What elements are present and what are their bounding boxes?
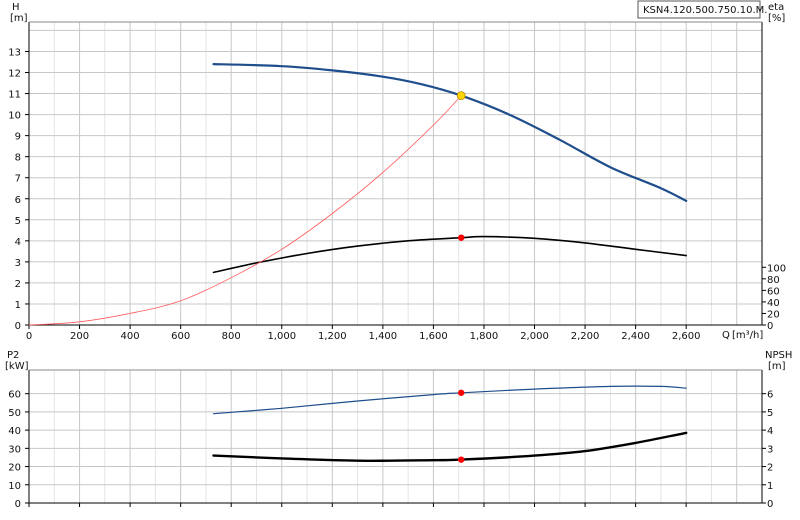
y-left-tick-label: 9 — [15, 132, 21, 143]
y-left-tick-label: 3 — [15, 258, 21, 269]
x-axis-label-q: Q — [722, 330, 730, 341]
y-left-tick-label: 10 — [8, 111, 21, 122]
y-left-tick-label: 13 — [8, 47, 21, 58]
x-tick-label: 1,400 — [369, 331, 398, 342]
x-tick-label: 2,200 — [571, 331, 600, 342]
y-right-tick-label: 20 — [767, 309, 780, 320]
head-duty-point — [456, 91, 466, 101]
y-left-tick-label: 50 — [8, 408, 21, 419]
y-left-unit-power: [kW] — [5, 361, 29, 372]
y-right-label-npsh: NPSH — [765, 350, 792, 361]
y-right-tick-label: 100 — [767, 263, 786, 274]
y-left-tick-label: 20 — [8, 463, 21, 474]
y-left-unit-head: [m] — [10, 13, 28, 24]
x-tick-label: 1,800 — [470, 331, 499, 342]
x-tick-label: 2,000 — [520, 331, 549, 342]
y-right-tick-label: 60 — [767, 286, 780, 297]
y-left-tick-label: 7 — [15, 174, 21, 185]
efficiency-duty-point — [458, 234, 465, 241]
pump-performance-chart: 0123456789101112130204060801000 200 400 600… — [5, 0, 792, 510]
y-right-unit-eta: [%] — [768, 13, 785, 24]
y-left-tick-label: 0 — [15, 499, 21, 510]
y-right-tick-label: 6 — [767, 390, 773, 401]
x-tick-label: 1,200 — [318, 331, 347, 342]
y-left-tick-label: 10 — [8, 481, 21, 492]
x-tick-label: 200 — [70, 331, 89, 342]
y-left-tick-label: 0 — [15, 321, 21, 332]
power-duty-point — [458, 389, 465, 396]
y-left-tick-label: 5 — [15, 216, 21, 227]
y-left-tick-label: 8 — [15, 153, 21, 164]
y-right-tick-label: 0 — [767, 499, 773, 510]
y-right-label-eta: eta — [768, 2, 784, 13]
chart-title: KSN4.120.500.750.10.M. — [643, 5, 767, 16]
x-axis-unit-q: [m³/h] — [732, 330, 763, 341]
x-tick-label: 800 — [222, 331, 241, 342]
x-tick-label: 400 — [121, 331, 140, 342]
y-right-tick-label: 40 — [767, 298, 780, 309]
y-left-tick-label: 11 — [8, 90, 21, 101]
y-right-tick-label: 1 — [767, 481, 773, 492]
plot-area — [29, 370, 762, 503]
y-right-tick-label: 4 — [767, 426, 773, 437]
title-box: KSN4.120.500.750.10.M. — [637, 0, 767, 19]
y-left-tick-label: 30 — [8, 444, 21, 455]
head-efficiency-panel: 0123456789101112130204060801000 200 400 600… — [8, 21, 786, 342]
y-right-tick-label: 0 — [767, 321, 773, 332]
npsh-duty-point — [458, 456, 465, 463]
x-tick-label: 2,600 — [672, 331, 701, 342]
y-right-unit-npsh: [m] — [768, 361, 786, 372]
y-right-tick-label: 80 — [767, 275, 780, 286]
y-right-tick-label: 5 — [767, 408, 773, 419]
y-left-tick-label: 4 — [15, 237, 21, 248]
y-left-tick-label: 2 — [15, 279, 21, 290]
x-tick-label: 0 — [26, 331, 32, 342]
y-left-label-power: P2 — [7, 350, 19, 361]
x-tick-label: 1,600 — [419, 331, 448, 342]
plot-area — [29, 22, 762, 325]
x-tick-label: 2,400 — [621, 331, 650, 342]
y-right-tick-label: 3 — [767, 444, 773, 455]
y-right-tick-label: 2 — [767, 463, 773, 474]
x-tick-label: 1,000 — [267, 331, 296, 342]
y-left-tick-label: 40 — [8, 426, 21, 437]
y-left-tick-label: 12 — [8, 69, 21, 80]
x-tick-label: 600 — [171, 331, 190, 342]
y-left-tick-label: 60 — [8, 390, 21, 401]
y-left-tick-label: 1 — [15, 300, 21, 311]
power-npsh-panel: 0 10 20 30 40 50 60 0 1 2 3 4 5 6 — [8, 369, 773, 510]
y-left-tick-label: 6 — [15, 195, 21, 206]
y-left-label-head: H — [12, 2, 20, 13]
